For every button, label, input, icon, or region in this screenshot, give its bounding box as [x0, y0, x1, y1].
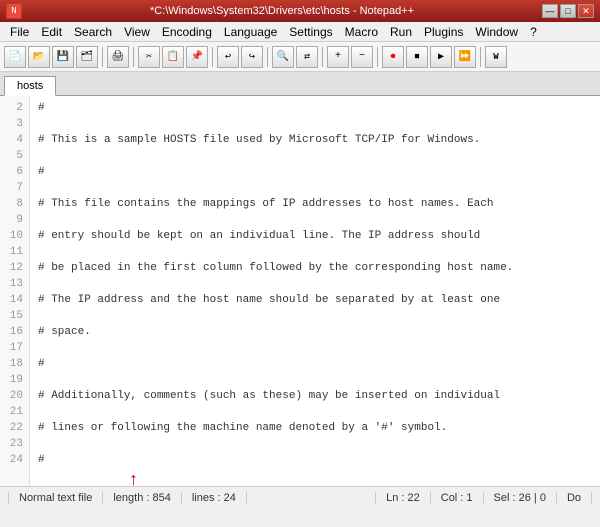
- tab-hosts[interactable]: hosts: [4, 76, 56, 96]
- status-lines: lines : 24: [182, 492, 247, 504]
- toolbar-separator-6: [377, 47, 378, 67]
- toolbar-macro-stop[interactable]: ⏹: [406, 46, 428, 68]
- toolbar-wrap[interactable]: W: [485, 46, 507, 68]
- menu-file[interactable]: File: [4, 23, 35, 41]
- code-line-12: # lines or following the machine name de…: [38, 420, 592, 436]
- window-controls: — □ ✕: [542, 4, 594, 18]
- menu-window[interactable]: Window: [469, 23, 524, 41]
- code-line-6: # entry should be kept on an individual …: [38, 228, 592, 244]
- toolbar-find[interactable]: 🔍: [272, 46, 294, 68]
- status-length: length : 854: [103, 492, 182, 504]
- toolbar-new[interactable]: 📄: [4, 46, 26, 68]
- toolbar-save[interactable]: 💾: [52, 46, 74, 68]
- tab-bar: hosts: [0, 72, 600, 96]
- toolbar-separator-7: [480, 47, 481, 67]
- close-button[interactable]: ✕: [578, 4, 594, 18]
- code-line-7: # be placed in the first column followed…: [38, 260, 592, 276]
- status-left: Normal text file length : 854 lines : 24: [8, 492, 247, 504]
- toolbar-open[interactable]: 📂: [28, 46, 50, 68]
- toolbar-macro-play[interactable]: ▶: [430, 46, 452, 68]
- status-dos: Do: [557, 492, 592, 504]
- code-area[interactable]: # # This is a sample HOSTS file used by …: [30, 96, 600, 486]
- code-line-14: # For example:: [38, 484, 592, 486]
- menu-search[interactable]: Search: [68, 23, 118, 41]
- menu-bar: File Edit Search View Encoding Language …: [0, 22, 600, 42]
- code-line-10: #: [38, 356, 592, 372]
- menu-plugins[interactable]: Plugins: [418, 23, 469, 41]
- toolbar-separator-2: [133, 47, 134, 67]
- status-sel: Sel : 26 | 0: [484, 492, 557, 504]
- toolbar-macro-run[interactable]: ⏩: [454, 46, 476, 68]
- maximize-button[interactable]: □: [560, 4, 576, 18]
- title-bar: N *C:\Windows\System32\Drivers\etc\hosts…: [0, 0, 600, 22]
- toolbar-print[interactable]: 🖨: [107, 46, 129, 68]
- status-ln: Ln : 22: [375, 492, 431, 504]
- status-right: Ln : 22 Col : 1 Sel : 26 | 0 Do: [375, 492, 592, 504]
- toolbar-separator-4: [267, 47, 268, 67]
- menu-help[interactable]: ?: [524, 23, 543, 41]
- window-title: *C:\Windows\System32\Drivers\etc\hosts -…: [22, 5, 542, 17]
- code-line-11: # Additionally, comments (such as these)…: [38, 388, 592, 404]
- toolbar-separator-3: [212, 47, 213, 67]
- toolbar-zoom-out[interactable]: −: [351, 46, 373, 68]
- toolbar-replace[interactable]: ⇄: [296, 46, 318, 68]
- menu-macro[interactable]: Macro: [339, 23, 384, 41]
- toolbar-macro-record[interactable]: ⏺: [382, 46, 404, 68]
- status-bar: Normal text file length : 854 lines : 24…: [0, 486, 600, 508]
- toolbar-undo[interactable]: ↩: [217, 46, 239, 68]
- menu-language[interactable]: Language: [218, 23, 283, 41]
- code-line-9: # space.: [38, 324, 592, 340]
- line-numbers: 2 3 4 5 6 7 8 9 10 11 12 13 14 15 16 17 …: [0, 96, 30, 486]
- app-icon: N: [6, 3, 22, 19]
- toolbar-separator-1: [102, 47, 103, 67]
- toolbar-zoom-in[interactable]: +: [327, 46, 349, 68]
- menu-edit[interactable]: Edit: [35, 23, 68, 41]
- toolbar-copy[interactable]: 📋: [162, 46, 184, 68]
- tab-label: hosts: [17, 80, 43, 92]
- menu-run[interactable]: Run: [384, 23, 418, 41]
- code-line-13: #: [38, 452, 592, 468]
- toolbar-redo[interactable]: ↪: [241, 46, 263, 68]
- menu-encoding[interactable]: Encoding: [156, 23, 218, 41]
- menu-view[interactable]: View: [118, 23, 156, 41]
- editor[interactable]: 2 3 4 5 6 7 8 9 10 11 12 13 14 15 16 17 …: [0, 96, 600, 486]
- code-line-3: # This is a sample HOSTS file used by Mi…: [38, 132, 592, 148]
- minimize-button[interactable]: —: [542, 4, 558, 18]
- code-line-2: #: [38, 100, 592, 116]
- toolbar: 📄 📂 💾 🗂 🖨 ✂ 📋 📌 ↩ ↪ 🔍 ⇄ + − ⏺ ⏹ ▶ ⏩ W: [0, 42, 600, 72]
- toolbar-separator-5: [322, 47, 323, 67]
- status-col: Col : 1: [431, 492, 484, 504]
- code-line-5: # This file contains the mappings of IP …: [38, 196, 592, 212]
- toolbar-cut[interactable]: ✂: [138, 46, 160, 68]
- code-line-8: # The IP address and the host name shoul…: [38, 292, 592, 308]
- status-mode: Normal text file: [8, 492, 103, 504]
- code-line-4: #: [38, 164, 592, 180]
- up-arrow-icon: ↑: [128, 472, 139, 490]
- toolbar-save-all[interactable]: 🗂: [76, 46, 98, 68]
- toolbar-paste[interactable]: 📌: [186, 46, 208, 68]
- menu-settings[interactable]: Settings: [283, 23, 338, 41]
